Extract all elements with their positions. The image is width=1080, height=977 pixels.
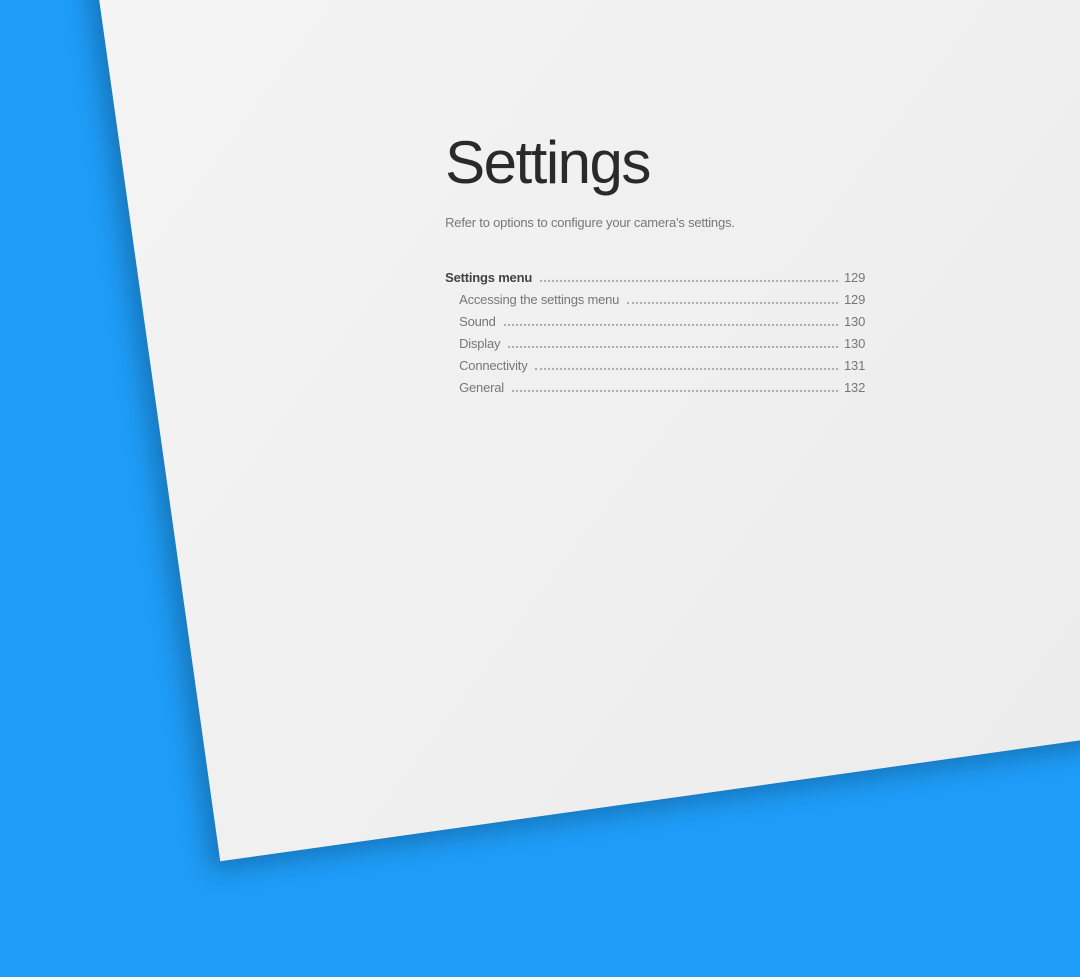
page-title: Settings xyxy=(445,128,865,197)
toc-section-label: Settings menu xyxy=(445,270,532,285)
content-block: Settings Refer to options to configure y… xyxy=(445,128,865,402)
toc-item-page: 132 xyxy=(842,380,865,395)
toc-leader xyxy=(508,346,838,348)
toc-item-label: Sound xyxy=(445,314,496,329)
toc-item-row: Accessing the settings menu 129 xyxy=(445,292,865,307)
document-page: Settings Refer to options to configure y… xyxy=(95,0,1080,861)
toc-item-page: 130 xyxy=(842,314,865,329)
toc-item-row: Sound 130 xyxy=(445,314,865,329)
toc-leader xyxy=(536,368,838,370)
toc-item-row: Display 130 xyxy=(445,336,865,351)
toc-item-page: 129 xyxy=(842,292,865,307)
toc-section-row: Settings menu 129 xyxy=(445,270,865,285)
toc-item-label: Display xyxy=(445,336,500,351)
toc-leader xyxy=(504,324,838,326)
toc-item-page: 131 xyxy=(842,358,865,373)
toc-leader xyxy=(540,280,838,282)
toc-item-row: Connectivity 131 xyxy=(445,358,865,373)
toc-item-row: General 132 xyxy=(445,380,865,395)
page-content: Settings Refer to options to configure y… xyxy=(5,13,1080,828)
toc-section-page: 129 xyxy=(842,270,865,285)
page-subtitle: Refer to options to configure your camer… xyxy=(445,215,865,230)
toc-item-page: 130 xyxy=(842,336,865,351)
toc-item-label: General xyxy=(445,380,504,395)
toc-leader xyxy=(627,302,838,304)
toc-item-label: Connectivity xyxy=(445,358,527,373)
toc-item-label: Accessing the settings menu xyxy=(445,292,619,307)
toc-leader xyxy=(512,390,838,392)
